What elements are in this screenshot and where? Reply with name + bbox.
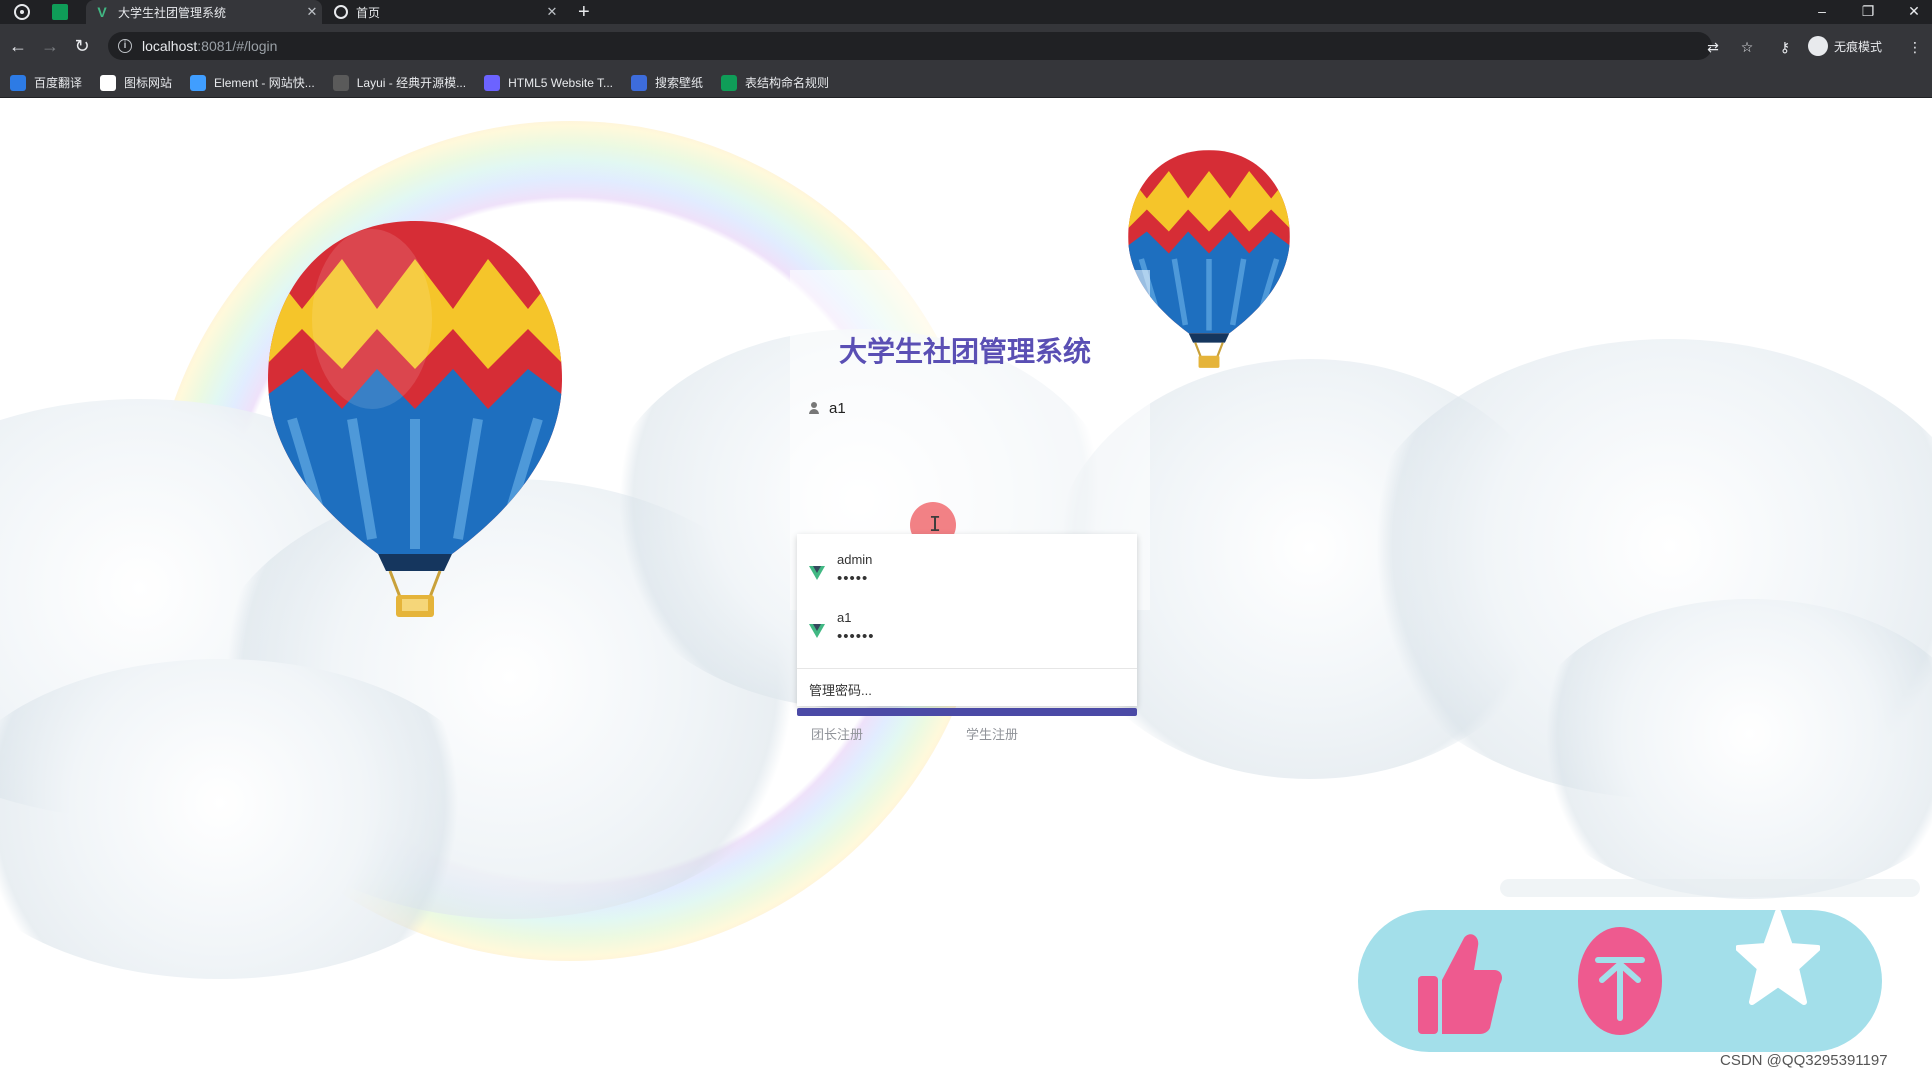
suggestion-password: ••••••: [837, 628, 875, 645]
url-host: localhost: [142, 38, 198, 54]
bookmark-item[interactable]: HTML5 Website T...: [484, 74, 614, 91]
browser-tab-strip: V 大学生社团管理系统 ✕ 首页 ✕ + – ❐ ✕: [0, 0, 1932, 24]
leader-register-link[interactable]: 团长注册: [811, 724, 863, 743]
user-icon: [807, 401, 821, 415]
bookmark-favicon-icon: [332, 74, 349, 91]
site-info-icon[interactable]: i: [118, 39, 132, 53]
bookmark-item[interactable]: Element - 网站快...: [190, 74, 315, 91]
suggestion-password: •••••: [837, 570, 869, 587]
username-field[interactable]: [797, 394, 1137, 422]
tab-title: 大学生社团管理系统: [118, 5, 227, 20]
hot-air-balloon-large: [262, 219, 568, 619]
profile-label: 无痕模式: [1834, 39, 1883, 54]
translate-icon[interactable]: ⇄: [1704, 38, 1722, 56]
autofill-suggestion[interactable]: admin •••••: [797, 544, 1137, 600]
star-icon[interactable]: [1735, 909, 1821, 1019]
vue-icon: [809, 624, 825, 638]
csdn-watermark: CSDN @QQ3295391197: [1720, 1052, 1888, 1069]
back-icon[interactable]: ←: [6, 34, 30, 58]
pinned-tab-icon[interactable]: [52, 4, 68, 20]
haze-decoration: [1500, 879, 1920, 897]
incognito-profile[interactable]: 无痕模式: [1808, 36, 1882, 56]
bookmark-favicon-icon: [631, 74, 648, 91]
coin-icon[interactable]: [1578, 926, 1662, 1041]
tab-club-system[interactable]: V 大学生社团管理系统 ✕: [86, 0, 322, 24]
page-title: 大学生社团管理系统: [838, 335, 1091, 368]
bookmark-favicon-icon: [721, 74, 738, 91]
bookmark-favicon-icon: [10, 74, 26, 91]
bookmark-star-icon[interactable]: ☆: [1738, 38, 1756, 56]
suggestion-username: a1: [837, 610, 852, 625]
student-register-link[interactable]: 学生注册: [966, 724, 1018, 743]
bookmark-item[interactable]: 表结构命名规则: [721, 74, 829, 91]
bookmark-label: 图标网站: [124, 76, 173, 90]
incognito-icon: [1808, 36, 1828, 56]
close-window-button[interactable]: ✕: [1896, 0, 1932, 24]
divider: [797, 668, 1137, 669]
bookmark-item[interactable]: 搜索壁纸: [631, 74, 703, 91]
address-bar[interactable]: i localhost:8081/#/login: [108, 32, 1712, 60]
forward-icon[interactable]: →: [38, 34, 62, 58]
vue-icon: V: [97, 4, 107, 20]
username-input[interactable]: [829, 399, 1089, 417]
restore-button[interactable]: ❐: [1850, 0, 1886, 24]
tab-title: 首页: [356, 5, 381, 20]
text-cursor-icon: I: [929, 512, 942, 536]
bookmark-label: 搜索壁纸: [655, 76, 704, 90]
browser-toolbar: ← → ↻ i localhost:8081/#/login ⇄ ☆ ⚷ 无痕模…: [0, 24, 1932, 68]
minimize-button[interactable]: –: [1804, 0, 1840, 24]
vue-icon: [809, 566, 825, 580]
login-button[interactable]: [797, 708, 1137, 716]
bookmark-label: Element - 网站快...: [214, 76, 315, 90]
thumbs-up-icon[interactable]: [1418, 932, 1502, 1041]
globe-icon: [334, 5, 348, 19]
bookmark-item[interactable]: Layui - 经典开源模...: [332, 74, 467, 91]
bookmark-favicon-icon: [100, 74, 117, 91]
bookmark-favicon-icon: [484, 74, 501, 91]
new-tab-button[interactable]: +: [578, 0, 590, 24]
bookmark-label: HTML5 Website T...: [508, 75, 614, 90]
chrome-menu-icon[interactable]: [14, 4, 30, 20]
url-path: :8081/#/login: [197, 38, 278, 54]
bookmark-label: 表结构命名规则: [745, 76, 830, 90]
bookmark-label: 百度翻译: [34, 76, 83, 90]
manage-passwords-link[interactable]: 管理密码...: [809, 680, 872, 699]
password-key-icon[interactable]: ⚷: [1776, 38, 1794, 56]
more-menu-icon[interactable]: ⋮: [1906, 38, 1924, 56]
bookmarks-bar: 百度翻译 图标网站 Element - 网站快... Layui - 经典开源模…: [0, 68, 1932, 98]
bookmark-favicon-icon: [190, 74, 207, 91]
autofill-suggestion[interactable]: a1 ••••••: [797, 602, 1137, 658]
tab-close-icon[interactable]: ✕: [302, 4, 322, 20]
bookmark-item[interactable]: 图标网站: [100, 74, 172, 91]
bookmark-item[interactable]: 百度翻译: [10, 74, 82, 91]
like-coin-favorite-bar: [1358, 909, 1882, 1052]
suggestion-username: admin: [837, 552, 873, 567]
tab-home[interactable]: 首页 ✕: [326, 0, 562, 24]
reload-icon[interactable]: ↻: [70, 34, 94, 58]
autofill-dropdown: admin ••••• a1 •••••• 管理密码...: [797, 534, 1137, 706]
bookmark-label: Layui - 经典开源模...: [356, 76, 467, 90]
tab-close-icon[interactable]: ✕: [542, 4, 562, 20]
